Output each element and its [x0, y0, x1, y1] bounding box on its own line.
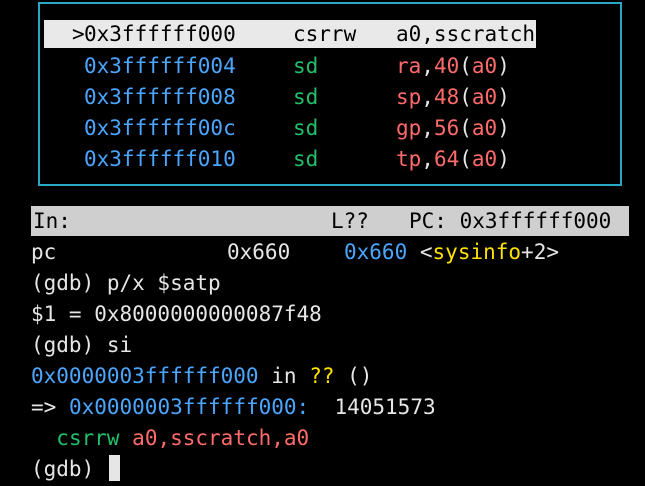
- asm-operands: gp,56(a0): [396, 116, 510, 140]
- asm-address: 0x3ffffff000: [84, 22, 236, 46]
- asm-operands: tp,64(a0): [396, 147, 510, 171]
- status-pc-label: PC: 0x3ffffff000: [409, 209, 612, 233]
- status-in-label: In:: [33, 209, 71, 233]
- console-prompt[interactable]: (gdb): [31, 454, 120, 484]
- asm-mnemonic: sd: [293, 147, 319, 171]
- asm-address: 0x3ffffff008: [84, 85, 236, 109]
- console-result: $1 = 0x8000000000087f48: [31, 302, 322, 326]
- asm-mnemonic: csrrw: [293, 22, 357, 46]
- text-cursor: [108, 455, 120, 481]
- asm-mnemonic: sd: [293, 54, 319, 78]
- asm-line[interactable]: 0x3ffffff00c sd gp,56(a0): [44, 114, 536, 142]
- console-frame-row: 0x0000003ffffff000 in ?? (): [31, 364, 373, 388]
- asm-mnemonic: sd: [293, 116, 319, 140]
- asm-line[interactable]: 0x3ffffff010 sd tp,64(a0): [44, 145, 536, 173]
- status-bar: In: L?? PC: 0x3ffffff000: [31, 206, 629, 236]
- console-arrow-row: => 0x0000003ffffff000: 14051573: [31, 395, 436, 419]
- console-pc-row: pc 0x660 0x660 <sysinfo+2>: [31, 240, 559, 264]
- asm-operands: ra,40(a0): [396, 54, 510, 78]
- current-line-marker: >: [72, 22, 85, 46]
- asm-line[interactable]: 0x3ffffff004 sd ra,40(a0): [44, 52, 536, 80]
- asm-address: 0x3ffffff004: [84, 54, 236, 78]
- asm-mnemonic: sd: [293, 85, 319, 109]
- console-instruction-row: csrrw a0,sscratch,a0: [56, 426, 310, 450]
- console-command: (gdb) p/x $satp: [31, 271, 221, 295]
- asm-operands: a0,sscratch,a0: [396, 22, 574, 46]
- prompt-label: (gdb): [31, 457, 95, 481]
- asm-operands: sp,48(a0): [396, 85, 510, 109]
- console-command: (gdb) si: [31, 333, 133, 357]
- asm-line[interactable]: 0x3ffffff008 sd sp,48(a0): [44, 83, 536, 111]
- status-line-label: L??: [331, 209, 369, 233]
- asm-address: 0x3ffffff00c: [84, 116, 236, 140]
- asm-address: 0x3ffffff010: [84, 147, 236, 171]
- asm-line-current[interactable]: >0x3ffffff000 csrrw a0,sscratch,a0: [44, 20, 573, 48]
